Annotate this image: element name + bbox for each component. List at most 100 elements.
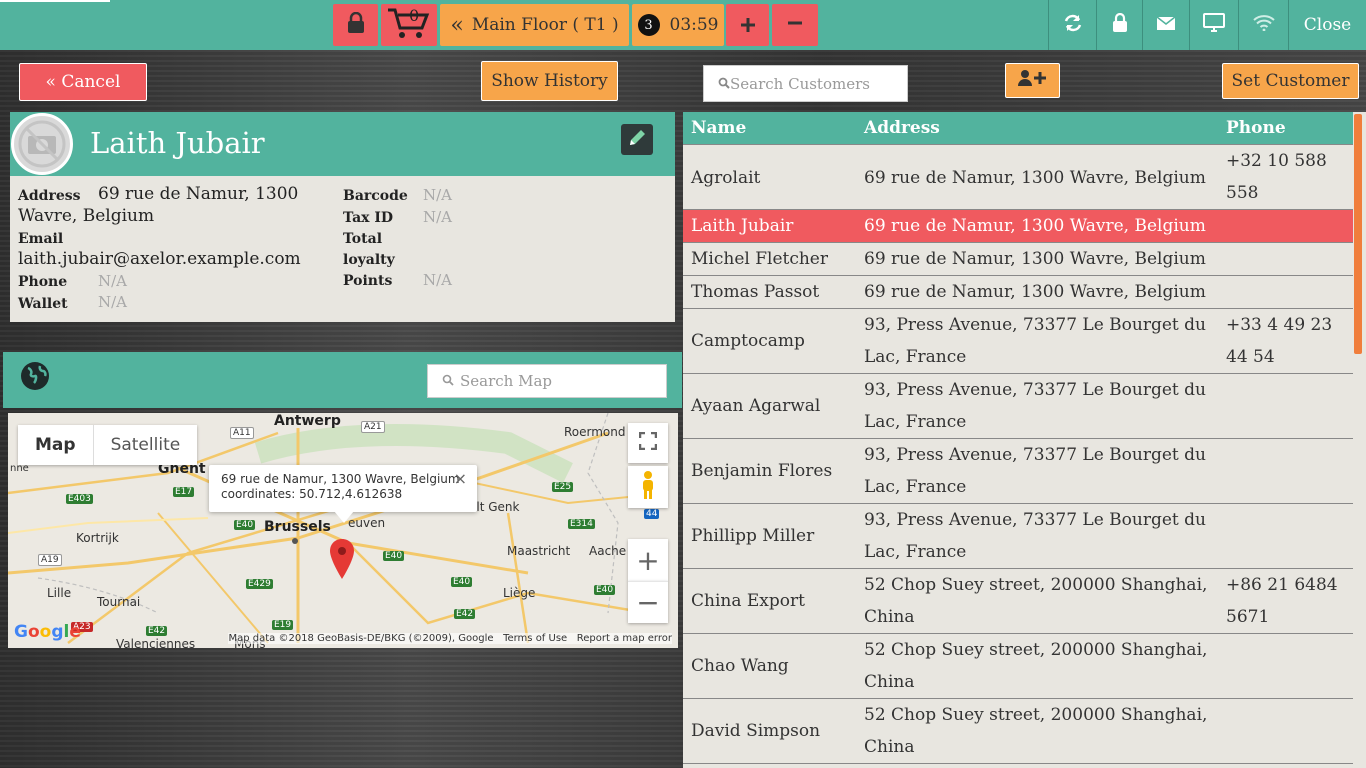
row-name: David Simpson: [691, 721, 821, 741]
row-address: 52 Chop Suey street, 200000 Shanghai,: [864, 705, 1208, 725]
search-icon: [718, 75, 730, 93]
points-label: Points: [343, 273, 393, 289]
no-photo-icon: [14, 120, 70, 172]
report-link[interactable]: Report a map error: [577, 633, 672, 644]
lock-icon: [1112, 12, 1128, 37]
cart-button[interactable]: 0: [381, 4, 437, 46]
highway-label: E403: [66, 494, 93, 504]
highway-label: E40: [383, 551, 405, 561]
highway-label: E314: [568, 519, 595, 529]
loyalty-label: loyalty: [343, 252, 395, 268]
row-address: 69 rue de Namur, 1300 Wavre, Belgium: [864, 168, 1206, 188]
row-address: 69 rue de Namur, 1300 Wavre, Belgium: [864, 282, 1206, 302]
row-name: Chao Wang: [691, 656, 789, 676]
map-type-satellite-button[interactable]: Satellite: [94, 425, 198, 465]
highway-label: A19: [38, 554, 62, 566]
edit-customer-button[interactable]: [621, 124, 653, 155]
pegman-icon: [640, 470, 656, 504]
row-name: Michel Fletcher: [691, 249, 828, 269]
search-icon: [442, 372, 454, 390]
street-view-button[interactable]: [628, 466, 668, 508]
row-phone: +32 10 588: [1226, 151, 1327, 171]
row-address: Lac, France: [864, 412, 967, 432]
info-window-tail: [334, 511, 354, 523]
row-address: 52 Chop Suey street, 200000 Shanghai,: [864, 640, 1208, 660]
close-icon[interactable]: ×: [454, 471, 467, 487]
table-row[interactable]: Benjamin Flores 93, Press Avenue, 73377 …: [683, 438, 1353, 503]
display-button[interactable]: [1189, 0, 1238, 50]
lock-icon: [347, 11, 365, 38]
timer-text: 03:59: [669, 15, 719, 35]
row-address: 52 Chop Suey street, 200000 Shanghai,: [864, 575, 1208, 595]
taxid-value: N/A: [423, 208, 453, 226]
show-history-button[interactable]: Show History: [481, 61, 618, 101]
map-city-label: Kortrijk: [76, 531, 119, 545]
phone-value: N/A: [98, 272, 128, 290]
top-bar: 0 « Main Floor ( T1 ) 3 03:59 Close: [0, 0, 1366, 50]
customer-table: Name Address Phone Agrolait 69 rue de Na…: [683, 112, 1353, 768]
set-customer-button[interactable]: Set Customer: [1222, 63, 1359, 99]
highway-label: E40: [234, 520, 256, 530]
table-row[interactable]: David Simpson 52 Chop Suey street, 20000…: [683, 698, 1353, 763]
wallet-value: N/A: [98, 293, 128, 311]
barcode-label: Barcode: [343, 188, 408, 204]
row-address: 69 rue de Namur, 1300 Wavre, Belgium: [864, 249, 1206, 269]
remove-order-button[interactable]: [772, 4, 818, 46]
messages-button[interactable]: [1142, 0, 1189, 50]
column-header-name[interactable]: Name: [691, 118, 746, 138]
column-header-address[interactable]: Address: [864, 118, 940, 138]
highway-label: A21: [361, 421, 385, 433]
order-timer[interactable]: 3 03:59: [632, 4, 724, 46]
lock-screen-button[interactable]: [1096, 0, 1142, 50]
row-phone: +33 4 49 23: [1226, 315, 1333, 335]
table-row[interactable]: Phillipp Miller 93, Press Avenue, 73377 …: [683, 503, 1353, 568]
row-address: China: [864, 672, 915, 692]
row-address: 93, Press Avenue, 73377 Le Bourget du: [864, 510, 1206, 530]
pencil-icon: [627, 128, 647, 152]
wifi-status: [1238, 0, 1288, 50]
avatar[interactable]: [11, 113, 73, 175]
map-pin-icon[interactable]: [329, 538, 355, 584]
table-row[interactable]: Michel Fletcher 69 rue de Namur, 1300 Wa…: [683, 242, 1353, 275]
row-name: Benjamin Flores: [691, 461, 833, 481]
floor-label: Main Floor ( T1 ): [471, 15, 619, 35]
row-address: Lac, France: [864, 347, 967, 367]
zoom-in-button[interactable]: +: [628, 539, 668, 581]
floor-selector-button[interactable]: « Main Floor ( T1 ): [440, 4, 629, 46]
cancel-button[interactable]: « Cancel: [19, 63, 147, 101]
minus-icon: −: [636, 586, 660, 619]
map-search-input[interactable]: Search Map: [427, 364, 667, 398]
map-view[interactable]: Antwerp Ghent Brussels euven Roermond el…: [8, 413, 678, 648]
row-address: 93, Press Avenue, 73377 Le Bourget du: [864, 445, 1206, 465]
address-value-line1: 69 rue de Namur, 1300: [98, 184, 299, 204]
table-row[interactable]: Agrolait 69 rue de Namur, 1300 Wavre, Be…: [683, 144, 1353, 209]
customer-search-input[interactable]: Search Customers: [703, 65, 908, 102]
address-value-line2: Wavre, Belgium: [18, 206, 155, 226]
add-order-button[interactable]: [726, 4, 769, 46]
highway-label: E40: [451, 577, 473, 587]
email-label: Email: [18, 231, 64, 247]
zoom-out-button[interactable]: −: [628, 581, 668, 623]
table-row[interactable]: Thomas Passot 69 rue de Namur, 1300 Wavr…: [683, 275, 1353, 308]
fullscreen-button[interactable]: [628, 423, 668, 463]
map-search-placeholder: Search Map: [460, 372, 552, 390]
table-row[interactable]: Ayaan Agarwal 93, Press Avenue, 73377 Le…: [683, 373, 1353, 438]
table-row[interactable]: China Export 52 Chop Suey street, 200000…: [683, 568, 1353, 633]
add-customer-button[interactable]: [1005, 63, 1060, 98]
order-count-badge: 3: [637, 14, 660, 36]
table-row[interactable]: Camptocamp 93, Press Avenue, 73377 Le Bo…: [683, 308, 1353, 373]
row-name: China Export: [691, 591, 805, 611]
lock-order-button[interactable]: [333, 4, 378, 46]
table-row-selected[interactable]: Laith Jubair 69 rue de Namur, 1300 Wavre…: [683, 209, 1353, 242]
close-button[interactable]: Close: [1288, 0, 1366, 50]
refresh-button[interactable]: [1048, 0, 1096, 50]
row-address: Lac, France: [864, 542, 967, 562]
table-scrollbar-thumb[interactable]: [1354, 114, 1362, 354]
column-header-phone[interactable]: Phone: [1226, 118, 1286, 138]
cancel-label: « Cancel: [45, 72, 121, 92]
row-address: Lac, France: [864, 477, 967, 497]
map-type-map-button[interactable]: Map: [18, 425, 94, 465]
terms-link[interactable]: Terms of Use: [503, 633, 567, 644]
minus-icon: [787, 15, 803, 35]
table-row[interactable]: Chao Wang 52 Chop Suey street, 200000 Sh…: [683, 633, 1353, 698]
